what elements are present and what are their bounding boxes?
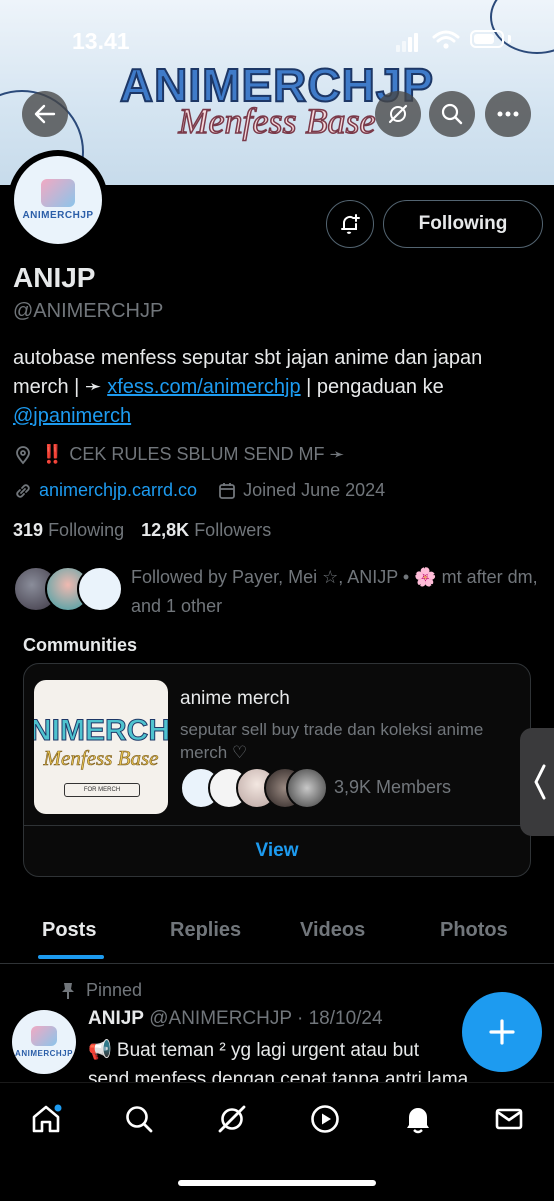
bio-text: | pengaduan ke — [300, 376, 444, 398]
notification-subscribe-button[interactable] — [326, 200, 374, 248]
more-button[interactable] — [485, 91, 531, 137]
followed-by-avatars[interactable] — [13, 566, 133, 616]
status-time: 13.41 — [72, 28, 130, 54]
nav-notifications[interactable] — [400, 1101, 436, 1137]
battery-icon — [470, 30, 504, 48]
messages-mail-icon — [495, 1108, 523, 1130]
search-icon — [441, 103, 463, 125]
back-arrow-icon — [34, 104, 56, 124]
thumbnail-badge: FOR MERCH — [64, 783, 140, 797]
followers-label: Followers — [194, 520, 272, 540]
location-pin-icon — [16, 445, 30, 464]
notify-bell-plus-icon — [341, 214, 360, 234]
home-indicator — [178, 1180, 376, 1186]
member-avatar — [286, 767, 328, 809]
joined-date: Joined June 2024 — [243, 480, 386, 500]
side-panel-handle[interactable] — [520, 728, 554, 836]
search-button[interactable] — [429, 91, 475, 137]
link-icon — [16, 483, 30, 498]
profile-bio: autobase menfess seputar sbt jajan anime… — [13, 344, 543, 431]
video-play-icon — [311, 1105, 339, 1133]
community-member-avatars — [180, 767, 330, 809]
location-text: CEK RULES SBLUM SEND MF ➛ — [69, 444, 345, 464]
bio-link[interactable]: xfess.com/animerchjp — [107, 376, 300, 398]
grok-button[interactable] — [375, 91, 421, 137]
pinned-text: Pinned — [86, 980, 143, 1000]
profile-website-row: animerchjp.carrd.co Joined June 2024 — [13, 480, 385, 501]
tab-posts[interactable]: Posts — [42, 919, 96, 942]
signal-icon — [396, 30, 426, 52]
following-stat[interactable]: 319 Following — [13, 520, 124, 540]
active-tab-indicator — [38, 955, 104, 959]
tab-photos[interactable]: Photos — [440, 919, 508, 942]
wifi-icon — [432, 30, 460, 49]
community-view-button[interactable]: View — [24, 826, 530, 876]
following-button[interactable]: Following — [383, 200, 543, 248]
thumbnail-subtitle: Menfess Base — [43, 746, 159, 771]
location-emoji: ‼️ — [41, 444, 64, 464]
post-handle-date: @ANIMERCHJP · 18/10/24 — [149, 1008, 383, 1029]
nav-home[interactable] — [28, 1101, 64, 1137]
post-header: ANIJP @ANIMERCHJP · 18/10/24 — [88, 1008, 383, 1030]
nav-grok[interactable] — [214, 1101, 250, 1137]
post-text-line: 📢 Buat teman ² yg lagi urgent atau but — [88, 1040, 420, 1061]
followed-by-text[interactable]: Followed by Payer, Mei ☆, ANIJP • 🌸 mt a… — [131, 563, 541, 621]
avatar-logo-art — [41, 179, 75, 207]
following-label: Following — [48, 520, 125, 540]
community-members-count: 3,9K Members — [334, 777, 452, 797]
post-author-avatar[interactable]: ANIMERCHJP — [12, 1010, 76, 1074]
tab-replies[interactable]: Replies — [170, 919, 241, 942]
communities-heading: Communities — [23, 635, 138, 655]
profile-stats: 319 Following 12,8K Followers — [13, 520, 271, 541]
followers-stat[interactable]: 12,8K Followers — [141, 520, 271, 540]
avatar-logo-text: ANIMERCHJP — [15, 1049, 73, 1058]
profile-name: ANIJP — [13, 262, 96, 293]
nav-video[interactable] — [307, 1101, 343, 1137]
more-icon — [497, 111, 519, 117]
pin-icon — [62, 982, 74, 999]
back-button[interactable] — [22, 91, 68, 137]
battery-cap — [508, 35, 511, 43]
bio-mention[interactable]: @jpanimerch — [13, 405, 131, 427]
compose-button[interactable] — [462, 992, 542, 1072]
explore-icon — [126, 1106, 153, 1133]
notifications-bell-icon — [407, 1108, 429, 1134]
website-link[interactable]: animerchjp.carrd.co — [39, 480, 197, 501]
followers-count: 12,8K — [141, 520, 190, 540]
thumbnail-title: NIMERCHJ — [34, 714, 168, 748]
nav-messages[interactable] — [491, 1101, 527, 1137]
avatar-logo-text: ANIMERCHJP — [22, 210, 94, 221]
pinned-label: Pinned — [60, 980, 142, 1001]
profile-location: ‼️ CEK RULES SBLUM SEND MF ➛ — [13, 444, 345, 465]
nav-explore[interactable] — [121, 1101, 157, 1137]
profile-avatar[interactable]: ANIMERCHJP — [8, 150, 108, 250]
community-name: anime merch — [180, 688, 290, 709]
compose-plus-icon — [489, 1019, 515, 1045]
community-thumbnail: NIMERCHJ Menfess Base FOR MERCH — [34, 680, 168, 814]
follower-avatar — [77, 566, 123, 612]
community-card[interactable]: NIMERCHJ Menfess Base FOR MERCH anime me… — [23, 663, 531, 877]
grok-nav-icon — [218, 1105, 246, 1133]
following-count: 319 — [13, 520, 44, 540]
community-description: seputar sell buy trade dan koleksi anime… — [180, 720, 484, 762]
tab-videos[interactable]: Videos — [300, 919, 365, 942]
post-author-name[interactable]: ANIJP — [88, 1008, 144, 1029]
grok-icon — [388, 104, 408, 124]
avatar-logo-art — [31, 1026, 57, 1046]
home-icon — [32, 1104, 62, 1133]
profile-handle: @ANIMERCHJP — [13, 300, 164, 322]
chevron-left-icon — [534, 764, 546, 800]
calendar-icon — [219, 482, 235, 499]
